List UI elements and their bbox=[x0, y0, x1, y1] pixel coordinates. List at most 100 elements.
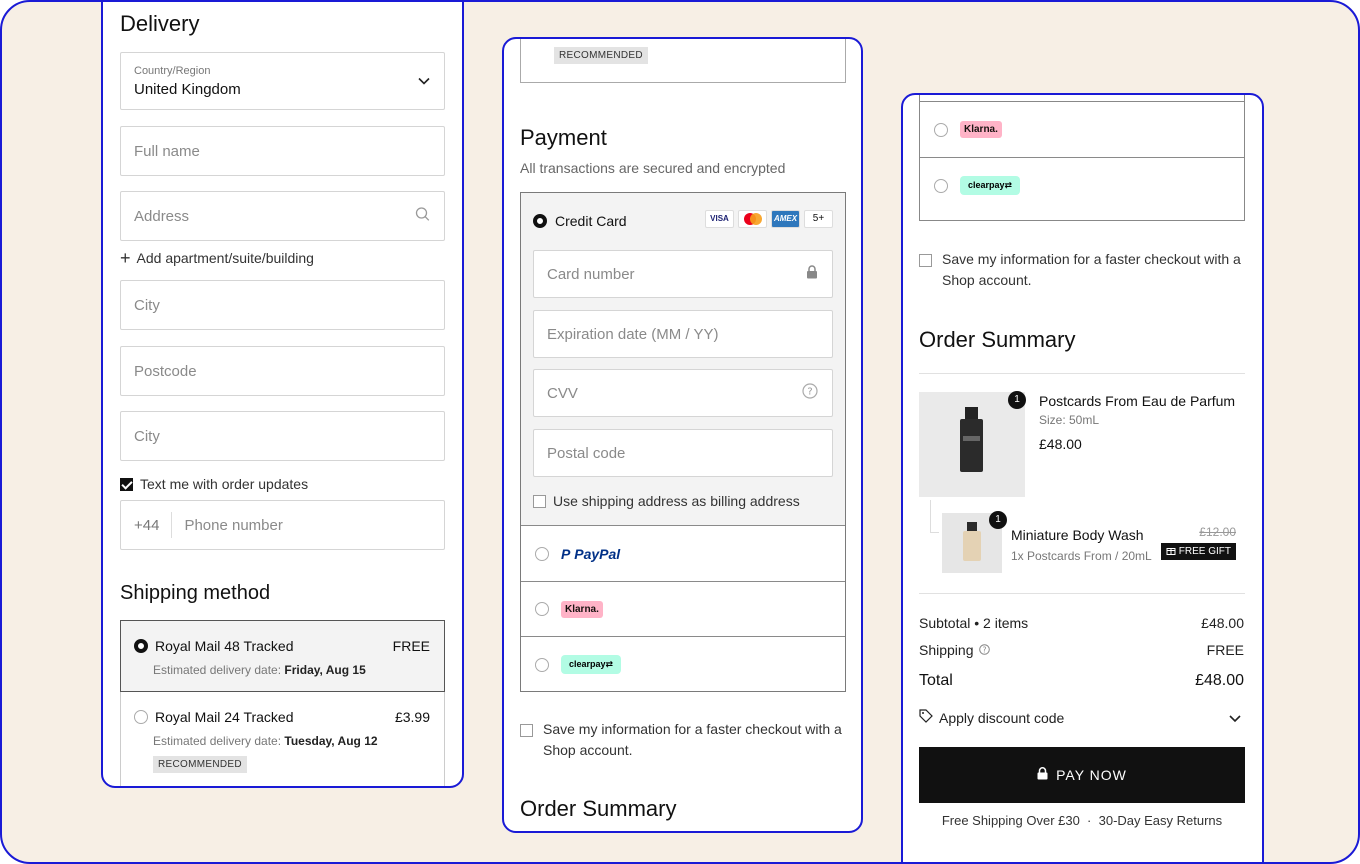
card-number-placeholder: Card number bbox=[547, 265, 635, 283]
summary-divider-1 bbox=[919, 373, 1245, 374]
cvv-placeholder: CVV bbox=[547, 384, 578, 402]
payment-subtitle: All transactions are secured and encrypt… bbox=[520, 160, 786, 176]
address-input[interactable]: Address bbox=[120, 191, 445, 241]
item-1-size: Size: 50mL bbox=[1039, 413, 1100, 427]
help-icon[interactable]: ? bbox=[802, 383, 818, 403]
postcode-input[interactable]: Postcode bbox=[120, 346, 445, 396]
more-cards-badge: 5+ bbox=[804, 210, 833, 228]
product-image bbox=[919, 392, 1025, 497]
order-summary-title: Order Summary bbox=[919, 327, 1076, 352]
delivery-panel: Delivery Country/Region United Kingdom F… bbox=[101, 2, 464, 788]
subtotal-label: Subtotal • 2 items bbox=[919, 615, 1029, 631]
top-recommended-badge: RECOMMENDED bbox=[554, 47, 648, 64]
full-name-placeholder: Full name bbox=[134, 142, 200, 160]
billing-same-label: Use shipping address as billing address bbox=[553, 493, 800, 509]
total-label: Total bbox=[919, 672, 953, 689]
save-info-checkbox-p3[interactable] bbox=[919, 254, 932, 267]
expiration-input[interactable]: Expiration date (MM / YY) bbox=[533, 310, 833, 358]
recommended-badge: RECOMMENDED bbox=[153, 756, 247, 773]
shipping-48-radio[interactable] bbox=[134, 639, 148, 653]
payment-methods: Credit Card VISA AMEX 5+ Card number Exp… bbox=[520, 192, 846, 692]
discount-label: Apply discount code bbox=[939, 709, 1065, 726]
credit-card-radio[interactable] bbox=[533, 214, 547, 228]
tag-icon bbox=[919, 709, 933, 726]
shipping-help-icon[interactable]: ? bbox=[978, 642, 990, 658]
city-input[interactable]: City bbox=[120, 280, 445, 330]
postal-code-placeholder: Postal code bbox=[547, 444, 626, 462]
phone-placeholder: Phone number bbox=[184, 516, 283, 534]
shipping-24-radio[interactable] bbox=[134, 710, 148, 724]
shipping-24-est-label: Estimated delivery date: bbox=[153, 734, 282, 748]
text-updates-checkbox[interactable] bbox=[120, 477, 133, 491]
credit-card-section: Credit Card VISA AMEX 5+ Card number Exp… bbox=[521, 193, 845, 525]
expiration-placeholder: Expiration date (MM / YY) bbox=[547, 325, 719, 343]
shipping-row: Shipping ? bbox=[919, 642, 990, 658]
klarna-radio[interactable] bbox=[535, 602, 549, 616]
canvas: Delivery Country/Region United Kingdom F… bbox=[0, 0, 1360, 864]
pay-now-button[interactable]: PAY NOW bbox=[919, 747, 1245, 803]
lock-icon bbox=[806, 265, 818, 283]
billing-same-checkbox[interactable] bbox=[533, 494, 546, 508]
klarna-logo: Klarna. bbox=[561, 600, 603, 618]
subtotal-value: £48.00 bbox=[1201, 615, 1244, 631]
save-info-checkbox[interactable] bbox=[520, 724, 533, 737]
item-1-price: £48.00 bbox=[1039, 436, 1082, 452]
postal-code-input[interactable]: Postal code bbox=[533, 429, 833, 477]
billing-same-row[interactable]: Use shipping address as billing address bbox=[533, 493, 800, 509]
clearpay-logo: clearpay⇄ bbox=[561, 655, 622, 674]
shipping-label: Shipping bbox=[919, 642, 974, 658]
cvv-input[interactable]: CVV ? bbox=[533, 369, 833, 417]
paypal-radio[interactable] bbox=[535, 546, 549, 561]
svg-text:?: ? bbox=[982, 645, 986, 654]
save-info-row[interactable]: Save my information for a faster checkou… bbox=[520, 719, 846, 761]
clearpay-radio[interactable] bbox=[535, 657, 549, 672]
paypal-logo: P PayPal bbox=[561, 545, 621, 562]
shipping-24-date: Estimated delivery date: Tuesday, Aug 12 bbox=[153, 734, 378, 748]
shipping-option-24[interactable]: Royal Mail 24 Tracked £3.99 Estimated de… bbox=[120, 692, 445, 786]
city-placeholder: City bbox=[134, 296, 160, 314]
phone-divider bbox=[171, 512, 173, 538]
shipping-24-name: Royal Mail 24 Tracked bbox=[155, 709, 294, 725]
gift-connector bbox=[930, 500, 939, 533]
country-select[interactable]: Country/Region United Kingdom bbox=[120, 52, 445, 110]
city2-placeholder: City bbox=[134, 427, 160, 445]
postcode-placeholder: Postcode bbox=[134, 362, 197, 380]
clearpay-logo-p3: clearpay⇄ bbox=[960, 176, 1021, 195]
payment-panel: RECOMMENDED Payment All transactions are… bbox=[502, 37, 863, 833]
shipping-24-date-value: Tuesday, Aug 12 bbox=[284, 734, 378, 748]
country-label: Country/Region bbox=[134, 64, 211, 77]
footer-note: Free Shipping Over £30 · 30-Day Easy Ret… bbox=[941, 813, 1223, 828]
item-2-old-price: £12.00 bbox=[1199, 525, 1236, 539]
city2-input[interactable]: City bbox=[120, 411, 445, 461]
save-info-label: Save my information for a faster checkou… bbox=[543, 721, 842, 758]
klarna-option-p3[interactable]: Klarna. bbox=[920, 102, 1244, 157]
summary-panel: Klarna. clearpay⇄ Save my information fo… bbox=[901, 93, 1264, 862]
klarna-option[interactable]: Klarna. bbox=[521, 581, 845, 636]
plus-icon: + bbox=[120, 248, 131, 268]
shipping-option-48[interactable]: Royal Mail 48 Tracked FREE Estimated del… bbox=[120, 620, 445, 692]
credit-card-option[interactable]: Credit Card bbox=[533, 213, 627, 229]
shipping-48-price: FREE bbox=[392, 638, 430, 654]
pay-now-label: PAY NOW bbox=[1056, 767, 1127, 783]
chevron-down-icon bbox=[418, 73, 430, 90]
text-updates-row[interactable]: Text me with order updates bbox=[120, 476, 308, 492]
add-apartment-link[interactable]: + Add apartment/suite/building bbox=[120, 248, 314, 268]
paypal-option[interactable]: P PayPal bbox=[521, 525, 845, 581]
card-number-input[interactable]: Card number bbox=[533, 250, 833, 298]
summary-divider-2 bbox=[919, 593, 1245, 594]
phone-prefix: +44 bbox=[134, 516, 160, 534]
klarna-radio-p3[interactable] bbox=[934, 122, 948, 137]
previous-shipping-option: RECOMMENDED bbox=[520, 39, 846, 83]
clearpay-option[interactable]: clearpay⇄ bbox=[521, 636, 845, 692]
full-name-input[interactable]: Full name bbox=[120, 126, 445, 176]
perfume-bottle-icon bbox=[919, 392, 1025, 497]
save-info-row-p3[interactable]: Save my information for a faster checkou… bbox=[919, 249, 1245, 291]
clearpay-label: clearpay bbox=[569, 659, 606, 669]
payment-title: Payment bbox=[520, 125, 607, 150]
discount-toggle[interactable]: Apply discount code bbox=[919, 709, 1245, 726]
clearpay-radio-p3[interactable] bbox=[934, 178, 948, 193]
payment-options-tail: Klarna. clearpay⇄ bbox=[919, 95, 1245, 221]
phone-input[interactable]: +44 Phone number bbox=[120, 500, 445, 550]
add-apartment-label: Add apartment/suite/building bbox=[136, 250, 314, 266]
clearpay-option-p3[interactable]: clearpay⇄ bbox=[920, 157, 1244, 213]
